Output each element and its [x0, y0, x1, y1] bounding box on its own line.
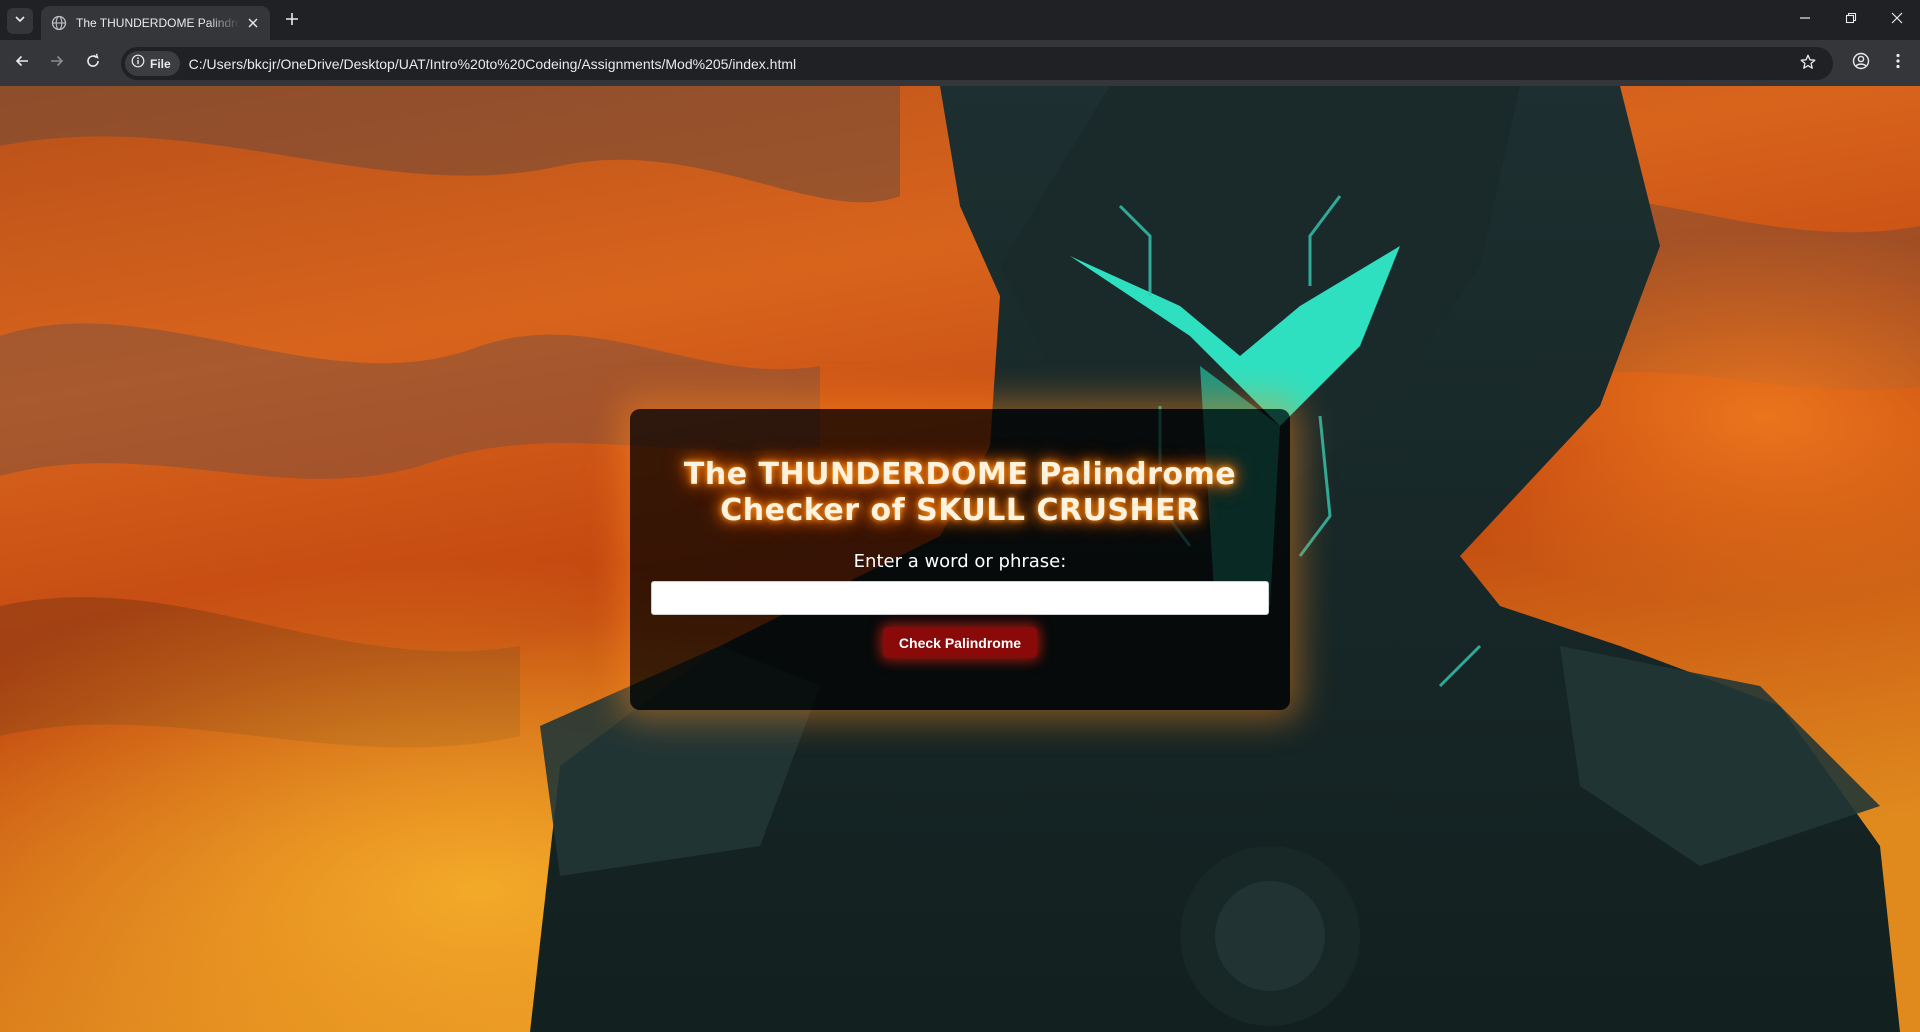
- tab-strip: The THUNDERDOME Palindrome Checker of SK…: [0, 0, 1920, 40]
- back-button[interactable]: [8, 49, 36, 77]
- page-title: The THUNDERDOME Palindrome Checker of SK…: [683, 457, 1237, 528]
- close-icon[interactable]: [244, 14, 262, 32]
- tab-search-button[interactable]: [7, 8, 33, 34]
- restore-icon: [1845, 11, 1857, 29]
- window-close-icon: [1891, 11, 1903, 29]
- address-bar[interactable]: File C:/Users/bkcjr/OneDrive/Desktop/UAT…: [121, 47, 1833, 80]
- globe-icon: [51, 15, 67, 31]
- phrase-input[interactable]: [651, 581, 1269, 615]
- forward-arrow-icon: [49, 53, 65, 74]
- minimize-icon: [1799, 11, 1811, 29]
- profile-icon: [1852, 52, 1870, 75]
- window-close-button[interactable]: [1874, 0, 1920, 40]
- input-label: Enter a word or phrase:: [853, 551, 1067, 572]
- bookmark-button[interactable]: [1795, 51, 1821, 77]
- site-info-chip[interactable]: File: [125, 51, 180, 76]
- palindrome-panel: The THUNDERDOME Palindrome Checker of SK…: [630, 409, 1290, 710]
- browser-menu-button[interactable]: [1884, 49, 1912, 77]
- tab-title: The THUNDERDOME Palindrome Checker of SK…: [76, 16, 240, 30]
- site-chip-label: File: [150, 56, 171, 71]
- tab-active[interactable]: The THUNDERDOME Palindrome Checker of SK…: [41, 6, 270, 40]
- restore-button[interactable]: [1828, 0, 1874, 40]
- new-tab-button[interactable]: [280, 9, 304, 33]
- check-palindrome-button[interactable]: Check Palindrome: [882, 627, 1038, 658]
- back-arrow-icon: [14, 53, 30, 74]
- page-viewport: The THUNDERDOME Palindrome Checker of SK…: [0, 86, 1920, 1032]
- reload-icon: [85, 53, 101, 74]
- tab-search-icon: [14, 12, 26, 30]
- reload-button[interactable]: [79, 49, 107, 77]
- info-icon: [131, 54, 145, 73]
- profile-button[interactable]: [1847, 49, 1875, 77]
- plus-icon: [285, 12, 299, 31]
- kebab-menu-icon: [1896, 53, 1900, 74]
- url-text[interactable]: C:/Users/bkcjr/OneDrive/Desktop/UAT/Intr…: [189, 56, 796, 72]
- minimize-button[interactable]: [1782, 0, 1828, 40]
- star-icon: [1800, 54, 1816, 75]
- forward-button[interactable]: [43, 49, 71, 77]
